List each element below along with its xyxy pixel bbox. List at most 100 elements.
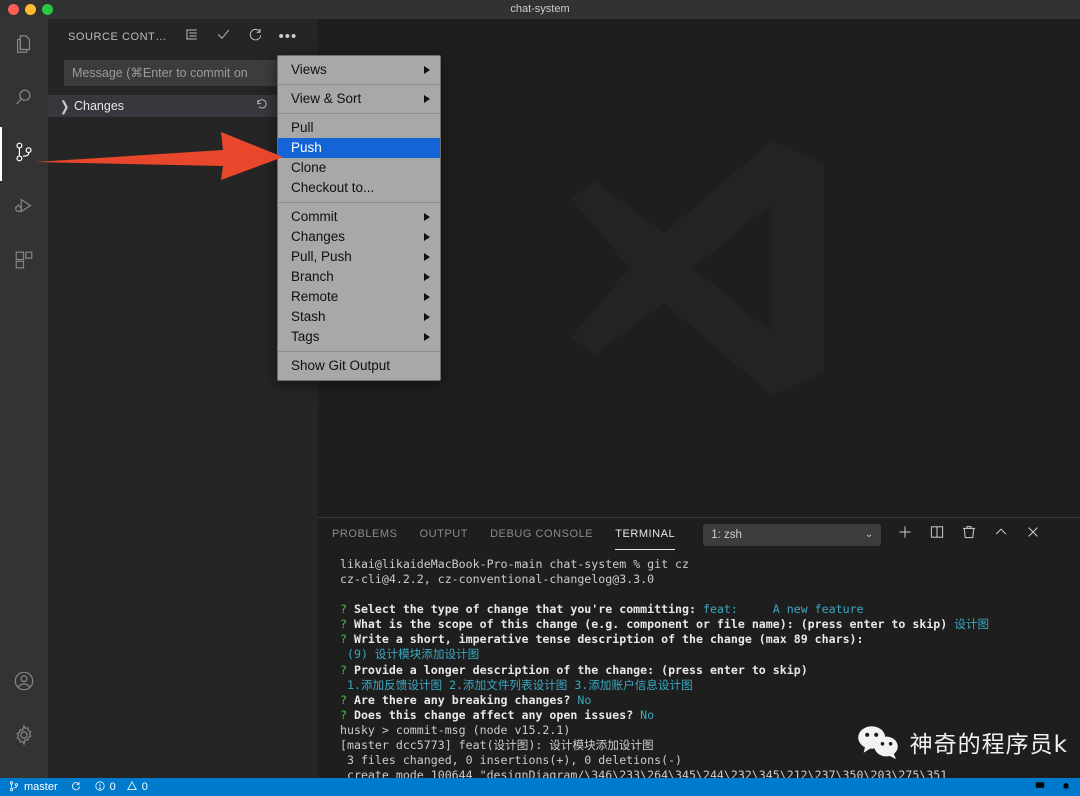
bottom-panel: PROBLEMS OUTPUT DEBUG CONSOLE TERMINAL 1… bbox=[318, 517, 1080, 779]
check-icon bbox=[216, 27, 231, 47]
terminal-text: 3 files changed, 0 insertions(+), 0 dele… bbox=[340, 753, 683, 768]
list-icon bbox=[184, 27, 199, 47]
terminal-line: (9) 设计模块添加设计图 bbox=[340, 647, 1080, 662]
refresh-button[interactable] bbox=[245, 26, 267, 48]
menu-separator bbox=[278, 113, 440, 114]
menu-separator bbox=[278, 351, 440, 352]
activitybar-item-run-and-debug[interactable] bbox=[0, 181, 48, 235]
trash-icon bbox=[961, 524, 977, 545]
terminal-line: 3 files changed, 0 insertions(+), 0 dele… bbox=[340, 753, 1080, 768]
split-icon bbox=[929, 524, 945, 545]
view-as-tree-button[interactable] bbox=[181, 26, 203, 48]
menu-item-checkout-to[interactable]: Checkout to... bbox=[278, 178, 440, 198]
activitybar-item-search[interactable] bbox=[0, 73, 48, 127]
activitybar-item-manage[interactable] bbox=[0, 710, 48, 764]
status-branch-label: master bbox=[24, 781, 58, 793]
terminal-line: ? What is the scope of this change (e.g.… bbox=[340, 617, 1080, 632]
vscode-logo-watermark bbox=[571, 140, 824, 396]
menu-item-views[interactable]: Views bbox=[278, 60, 440, 80]
tab-terminal[interactable]: TERMINAL bbox=[615, 518, 676, 551]
source-control-icon bbox=[13, 141, 35, 168]
menu-item-push[interactable]: Push bbox=[278, 138, 440, 158]
menu-item-stash[interactable]: Stash bbox=[278, 307, 440, 327]
activitybar-item-source-control[interactable] bbox=[0, 127, 48, 181]
terminal-text: ? bbox=[340, 632, 354, 647]
menu-item-changes[interactable]: Changes bbox=[278, 227, 440, 247]
terminal-line: [master dcc5773] feat(设计图): 设计模块添加设计图 bbox=[340, 738, 1080, 753]
source-control-actions: ••• bbox=[181, 26, 299, 48]
panel-actions bbox=[897, 524, 1041, 545]
submenu-arrow-icon bbox=[424, 253, 430, 261]
terminal-text: What is the scope of this change (e.g. c… bbox=[353, 617, 955, 632]
terminal-text: husky > commit-msg (node v15.2.1) bbox=[340, 722, 571, 737]
terminal-text: ? bbox=[340, 707, 354, 722]
activitybar-item-explorer[interactable] bbox=[0, 19, 48, 73]
menu-item-clone[interactable]: Clone bbox=[278, 158, 440, 178]
activitybar-item-extensions[interactable] bbox=[0, 235, 48, 289]
menu-item-label: Branch bbox=[291, 269, 334, 284]
terminal-text: cz-cli@4.2.2, cz-conventional-changelog@… bbox=[340, 572, 655, 587]
terminal-text: 1.添加反馈设计图 2.添加文件列表设计图 3.添加账户信息设计图 bbox=[340, 677, 693, 692]
panel-header: PROBLEMS OUTPUT DEBUG CONSOLE TERMINAL 1… bbox=[318, 518, 1080, 551]
menu-item-label: Commit bbox=[291, 209, 338, 224]
submenu-arrow-icon bbox=[424, 95, 430, 103]
activitybar-item-accounts[interactable] bbox=[0, 656, 48, 710]
menu-item-remote[interactable]: Remote bbox=[278, 287, 440, 307]
menu-item-show-git-output[interactable]: Show Git Output bbox=[278, 356, 440, 376]
activity-bar bbox=[0, 19, 48, 778]
new-terminal-button[interactable] bbox=[897, 524, 913, 545]
terminal-output[interactable]: likai@likaideMacBook-Pro-main chat-syste… bbox=[318, 551, 1080, 779]
menu-separator bbox=[278, 202, 440, 203]
close-icon bbox=[1025, 524, 1041, 545]
status-branch[interactable]: master bbox=[8, 778, 58, 796]
git-context-menu[interactable]: Views View & Sort Pull Push Clone Checkout to… bbox=[277, 55, 441, 381]
source-control-branch-icon bbox=[8, 780, 20, 795]
terminal-text: ? bbox=[340, 617, 354, 632]
title-bar: chat-system bbox=[0, 0, 1080, 19]
menu-item-label: Checkout to... bbox=[291, 180, 375, 195]
submenu-arrow-icon bbox=[424, 66, 430, 74]
kill-terminal-button[interactable] bbox=[961, 524, 977, 545]
status-problems[interactable]: 0 0 bbox=[94, 778, 148, 796]
tab-problems[interactable]: PROBLEMS bbox=[332, 518, 398, 551]
terminal-text: ? bbox=[340, 662, 354, 677]
more-actions-button[interactable]: ••• bbox=[277, 26, 299, 48]
files-icon bbox=[13, 33, 35, 60]
menu-item-tags[interactable]: Tags bbox=[278, 327, 440, 347]
submenu-arrow-icon bbox=[424, 213, 430, 221]
commit-message-input[interactable]: Message (⌘Enter to commit on bbox=[64, 60, 308, 86]
status-sync[interactable] bbox=[70, 778, 82, 796]
terminal-line: ? Provide a longer description of the ch… bbox=[340, 663, 1080, 678]
terminal-instance-select[interactable]: 1: zsh ⌄ bbox=[703, 523, 882, 546]
terminal-line: cz-cli@4.2.2, cz-conventional-changelog@… bbox=[340, 572, 1080, 587]
menu-item-label: Tags bbox=[291, 329, 320, 344]
menu-item-pull[interactable]: Pull bbox=[278, 118, 440, 138]
terminal-text: Does this change affect any open issues? bbox=[353, 707, 641, 722]
maximize-panel-button[interactable] bbox=[993, 527, 1009, 543]
split-terminal-button[interactable] bbox=[929, 524, 945, 545]
menu-separator bbox=[278, 84, 440, 85]
menu-item-label: Views bbox=[291, 62, 327, 77]
menu-item-view-sort[interactable]: View & Sort bbox=[278, 89, 440, 109]
plus-icon bbox=[897, 524, 913, 545]
warning-icon bbox=[126, 780, 138, 795]
terminal-line: ? Are there any breaking changes? No bbox=[340, 693, 1080, 708]
menu-item-commit[interactable]: Commit bbox=[278, 207, 440, 227]
menu-item-pull-push[interactable]: Pull, Push bbox=[278, 247, 440, 267]
status-warning-count: 0 bbox=[141, 781, 148, 793]
bell-icon[interactable] bbox=[1060, 780, 1072, 795]
terminal-text: [master dcc5773] feat(设计图): 设计模块添加设计图 bbox=[340, 738, 654, 753]
submenu-arrow-icon bbox=[424, 313, 430, 321]
submenu-arrow-icon bbox=[424, 293, 430, 301]
remote-icon[interactable] bbox=[1034, 780, 1046, 795]
discard-icon[interactable] bbox=[255, 97, 269, 116]
menu-item-label: Stash bbox=[291, 309, 326, 324]
tab-debug-console[interactable]: DEBUG CONSOLE bbox=[490, 518, 593, 551]
close-panel-button[interactable] bbox=[1025, 527, 1041, 543]
commit-button[interactable] bbox=[213, 26, 235, 48]
tab-output[interactable]: OUTPUT bbox=[420, 518, 469, 551]
terminal-text: Write a short, imperative tense descript… bbox=[353, 632, 864, 647]
status-error-count: 0 bbox=[109, 781, 116, 793]
menu-item-branch[interactable]: Branch bbox=[278, 267, 440, 287]
